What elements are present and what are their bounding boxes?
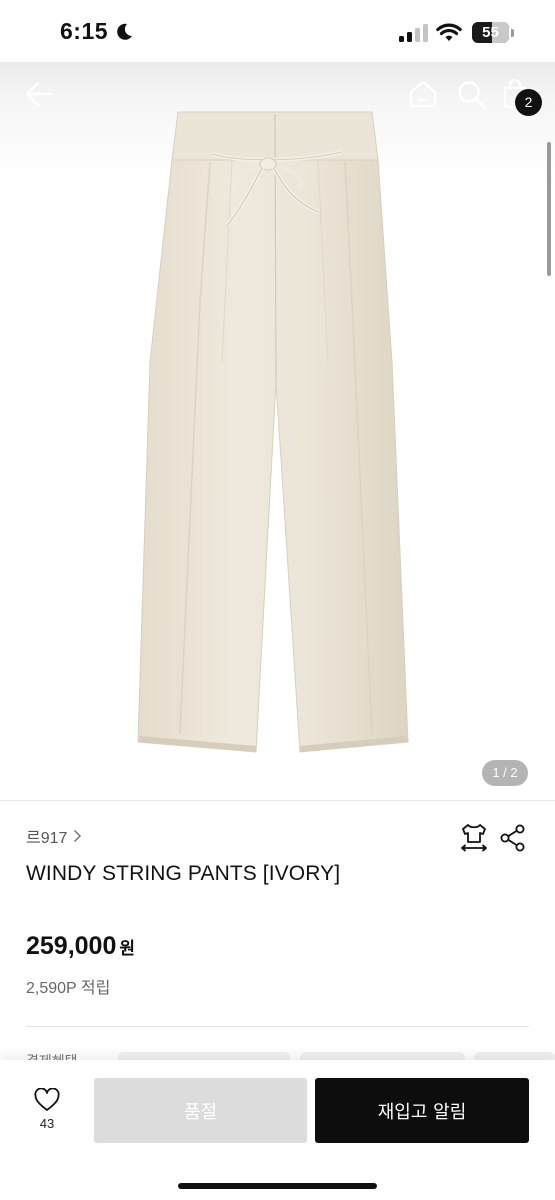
image-pager: 1 / 2 <box>482 760 528 786</box>
cellular-signal-icon <box>399 24 428 42</box>
cart-count-badge: 2 <box>515 89 542 116</box>
size-guide-icon[interactable] <box>460 822 488 852</box>
scrollbar-thumb[interactable] <box>547 142 551 276</box>
divider <box>26 1026 529 1027</box>
like-button[interactable]: 43 <box>22 1088 72 1138</box>
home-indicator <box>178 1183 377 1189</box>
price-amount: 259,000 <box>26 932 117 960</box>
status-time: 6:15 <box>60 18 109 44</box>
home-icon[interactable] <box>408 80 438 108</box>
wifi-icon <box>436 23 462 41</box>
brand-name: 르917 <box>26 830 68 847</box>
battery-percent: 55 <box>482 24 499 41</box>
moon-icon <box>117 23 132 40</box>
reward-points: 2,590P 적립 <box>26 980 111 997</box>
sold-out-button[interactable]: 품절 <box>94 1078 307 1143</box>
product-title: WINDY STRING PANTS [IVORY] <box>26 862 341 885</box>
search-icon[interactable] <box>456 79 486 109</box>
product-price: 259,000 원 <box>26 932 135 961</box>
product-image-gallery[interactable]: 2 1 / 2 <box>0 62 555 800</box>
product-image <box>137 111 409 753</box>
divider <box>0 800 555 801</box>
like-count: 43 <box>39 1116 55 1131</box>
brand-link[interactable]: 르917 <box>26 824 82 848</box>
status-bar: 6:15 55 <box>0 0 555 62</box>
price-currency: 원 <box>119 939 136 958</box>
heart-icon <box>34 1088 60 1111</box>
share-icon[interactable] <box>500 824 526 852</box>
chevron-right-icon <box>74 829 82 843</box>
restock-alert-button[interactable]: 재입고 알림 <box>315 1078 529 1143</box>
back-arrow-icon[interactable] <box>24 80 54 108</box>
battery-indicator: 55 <box>472 22 516 44</box>
